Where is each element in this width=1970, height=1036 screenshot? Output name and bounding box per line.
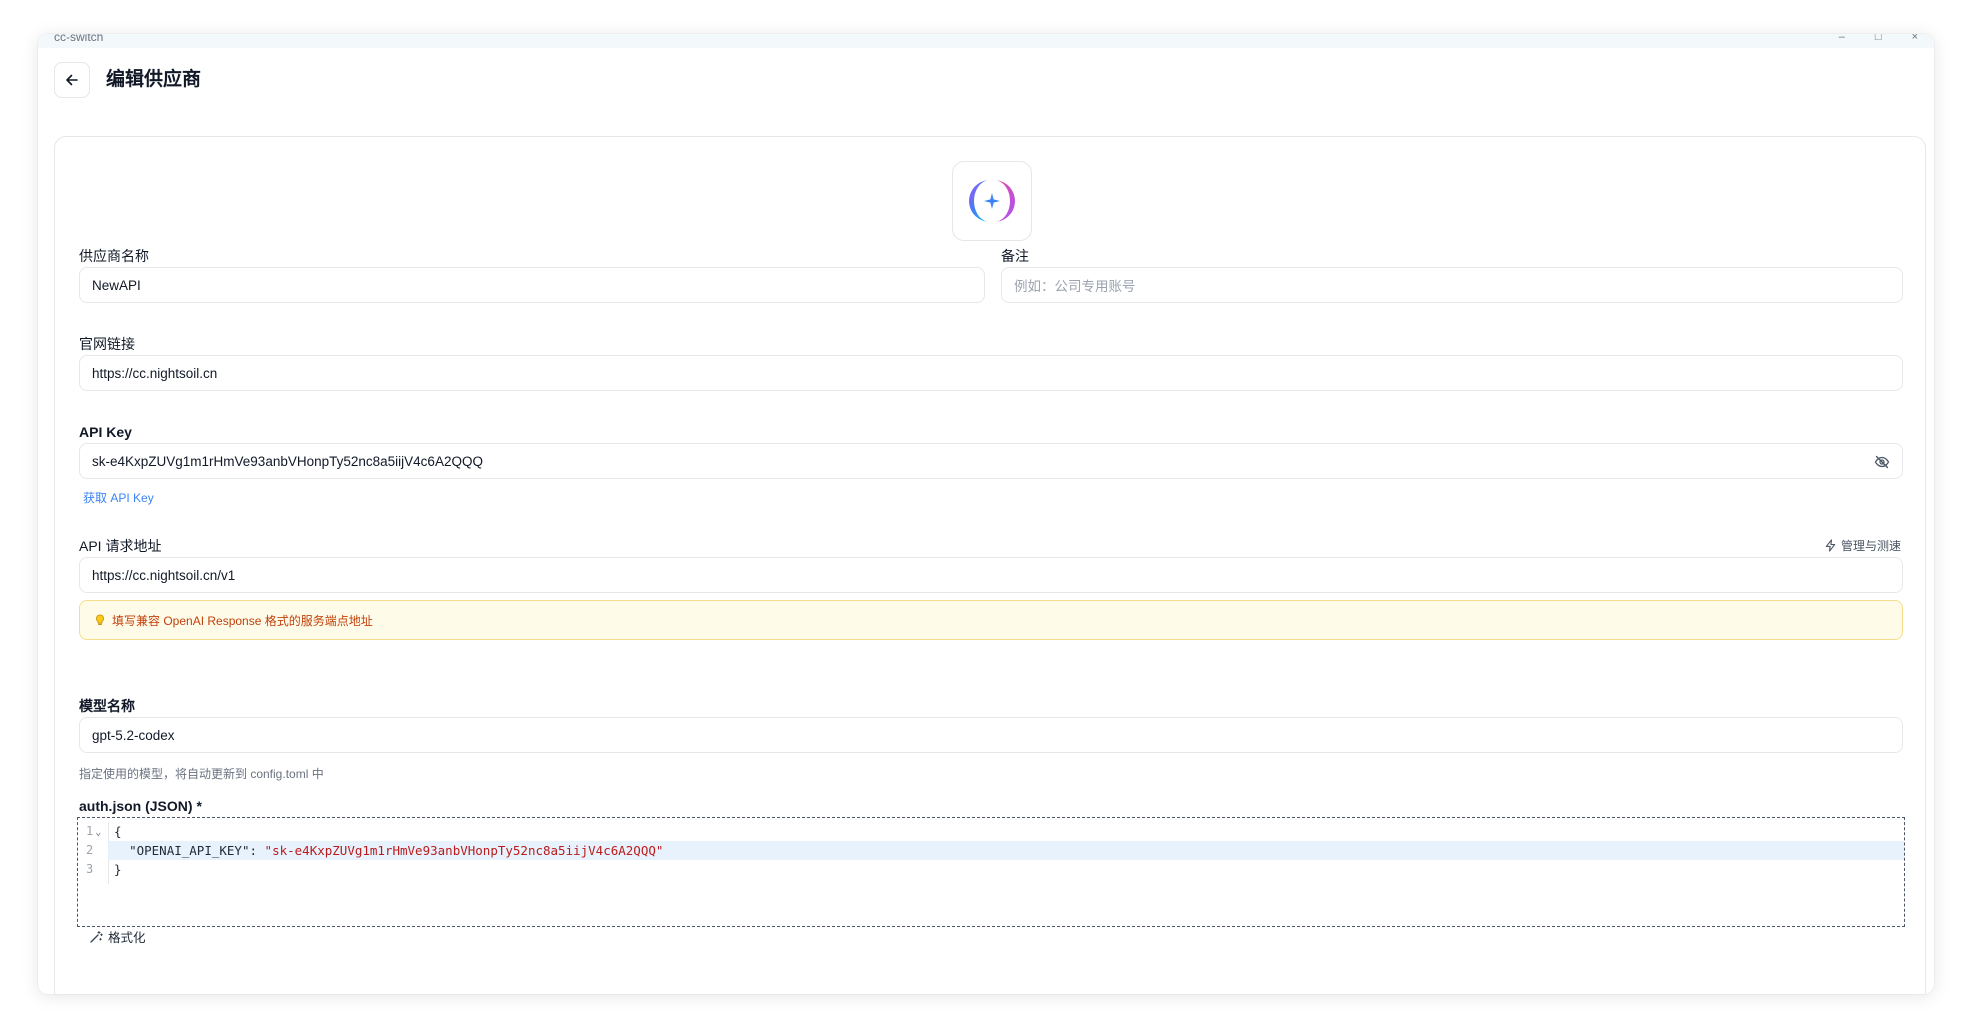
api-key-input[interactable]: sk-e4KxpZUVg1m1rHmVe93anbVHonpTy52nc8a5i… bbox=[79, 443, 1903, 479]
line-number: 3 bbox=[86, 862, 94, 876]
api-key-label: API Key bbox=[79, 424, 132, 440]
maximize-button[interactable]: □ bbox=[1875, 34, 1882, 43]
code-line: } bbox=[114, 862, 122, 877]
endpoint-label: API 请求地址 bbox=[79, 538, 162, 554]
website-input[interactable]: https://cc.nightsoil.cn bbox=[79, 355, 1903, 391]
model-hint: 指定使用的模型，将自动更新到 config.toml 中 bbox=[79, 767, 324, 781]
code-line-active: "OPENAI_API_KEY": "sk-e4KxpZUVg1m1rHmVe9… bbox=[108, 841, 1904, 860]
line-number: 1 ⌄ bbox=[86, 824, 102, 838]
fold-icon[interactable]: ⌄ bbox=[95, 827, 101, 838]
close-button[interactable]: × bbox=[1912, 34, 1918, 43]
json-key: "OPENAI_API_KEY" bbox=[129, 843, 250, 858]
lightbulb-icon bbox=[96, 614, 104, 625]
code-line: { bbox=[114, 824, 122, 839]
provider-logo[interactable] bbox=[952, 161, 1032, 241]
manage-speedtest-label: 管理与测速 bbox=[1840, 539, 1901, 553]
minimize-button[interactable]: – bbox=[1839, 34, 1845, 43]
line-number: 2 bbox=[86, 843, 94, 857]
model-label: 模型名称 bbox=[79, 698, 135, 714]
manage-speedtest-button[interactable]: 管理与测速 bbox=[1824, 537, 1901, 554]
json-colon: : bbox=[249, 843, 265, 858]
provider-logo-icon bbox=[968, 180, 1016, 223]
arrow-left-icon bbox=[66, 74, 78, 86]
get-api-key-link[interactable]: 获取 API Key bbox=[83, 489, 154, 506]
auth-json-editor[interactable]: 1 ⌄ 2 3 { "OPENAI_API_KEY": "sk-e4KxpZUVg… bbox=[77, 817, 1905, 927]
bolt-icon bbox=[1825, 539, 1836, 552]
title-bar: cc-switch – □ × bbox=[38, 34, 1934, 48]
editor-gutter: 1 ⌄ 2 3 bbox=[78, 818, 108, 926]
endpoint-notice: 填写兼容 OpenAI Response 格式的服务端点地址 bbox=[79, 600, 1903, 640]
json-string: "sk-e4KxpZUVg1m1rHmVe93anbVHonpTy52nc8a5… bbox=[264, 843, 664, 858]
back-button[interactable] bbox=[54, 62, 90, 98]
page-title: 编辑供应商 bbox=[106, 69, 202, 90]
eye-off-icon[interactable] bbox=[1874, 454, 1890, 470]
notes-input[interactable]: 例如：公司专用账号 bbox=[1001, 267, 1903, 303]
format-button[interactable]: 格式化 bbox=[89, 927, 146, 946]
website-label: 官网链接 bbox=[79, 336, 135, 352]
wand-icon bbox=[90, 930, 103, 943]
format-label: 格式化 bbox=[108, 931, 146, 945]
api-key-value: sk-e4KxpZUVg1m1rHmVe93anbVHonpTy52nc8a5i… bbox=[92, 453, 483, 469]
model-input[interactable]: gpt-5.2-codex bbox=[79, 717, 1903, 753]
app-window: cc-switch – □ × 编辑供应商 供应商名称 NewAPI 备注 例如… bbox=[38, 34, 1934, 994]
app-title: cc-switch bbox=[54, 34, 104, 44]
auth-json-label: auth.json (JSON) * bbox=[79, 798, 202, 814]
provider-name-input[interactable]: NewAPI bbox=[79, 267, 985, 303]
provider-name-label: 供应商名称 bbox=[79, 248, 149, 264]
window-controls: – □ × bbox=[1839, 34, 1918, 43]
provider-form-card: 供应商名称 NewAPI 备注 例如：公司专用账号 官网链接 https://c… bbox=[54, 136, 1926, 994]
endpoint-notice-text: 填写兼容 OpenAI Response 格式的服务端点地址 bbox=[112, 613, 373, 628]
notes-label: 备注 bbox=[1001, 248, 1029, 264]
endpoint-input[interactable]: https://cc.nightsoil.cn/v1 bbox=[79, 557, 1903, 593]
